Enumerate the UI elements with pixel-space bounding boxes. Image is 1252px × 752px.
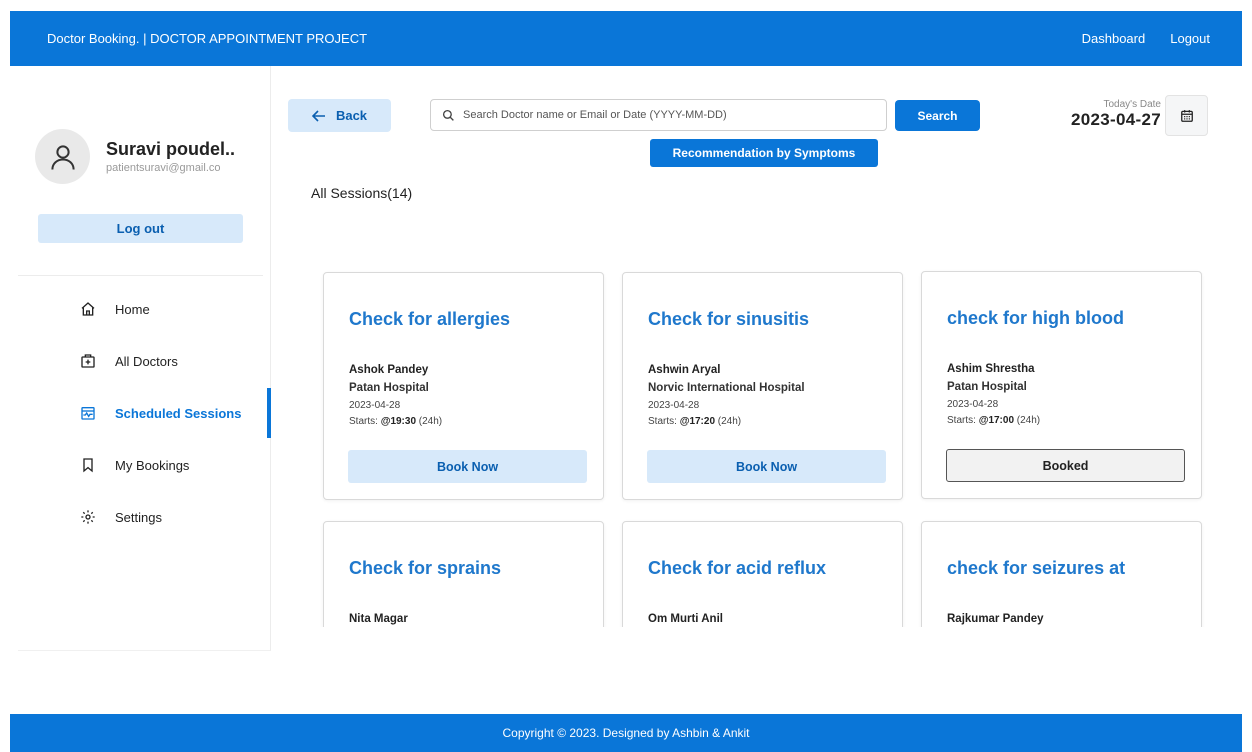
booked-button[interactable]: Booked	[946, 449, 1185, 482]
session-doctor: Nita Magar	[349, 613, 408, 625]
session-doctor: Ashok Pandey	[349, 364, 429, 376]
session-time: Starts: @17:20 (24h)	[648, 416, 742, 427]
footer: Copyright © 2023. Designed by Ashbin & A…	[10, 714, 1242, 752]
gear-icon	[80, 509, 96, 525]
user-icon	[50, 144, 75, 170]
session-doctor: Rajkumar Pandey	[947, 613, 1044, 625]
profile-info: Suravi poudel.. patientsuravi@gmail.co	[106, 139, 235, 174]
today-date-value: 2023-04-27	[1071, 110, 1161, 129]
sidebar-divider	[18, 275, 263, 276]
profile-block: Suravi poudel.. patientsuravi@gmail.co	[35, 129, 235, 184]
back-button[interactable]: Back	[288, 99, 391, 132]
arrow-left-icon	[311, 109, 325, 122]
logout-button[interactable]: Log out	[38, 214, 243, 243]
avatar	[35, 129, 90, 184]
session-title: Check for acid reflux	[648, 558, 827, 578]
session-hospital: Patan Hospital	[349, 382, 429, 394]
sidebar-item-scheduled-sessions[interactable]: Scheduled Sessions	[18, 387, 271, 439]
session-card: Check for acid reflux Om Murti Anil	[622, 521, 903, 627]
sidebar-item-label: All Doctors	[115, 353, 178, 369]
session-time: Starts: @17:00 (24h)	[947, 415, 1041, 426]
session-card: check for seizures at Rajkumar Pandey	[921, 521, 1202, 627]
search-input[interactable]	[463, 109, 863, 121]
session-title: Check for allergies	[349, 309, 511, 329]
sidebar-item-label: My Bookings	[115, 457, 190, 473]
search-button[interactable]: Search	[895, 100, 980, 131]
profile-name: Suravi poudel..	[106, 139, 236, 159]
session-card: Check for sinusitis Ashwin Aryal Norvic …	[622, 272, 903, 500]
session-title: check for seizures at	[947, 558, 1126, 578]
today-date: Today's Date 2023-04-27	[1030, 99, 1161, 130]
today-date-label: Today's Date	[1103, 99, 1162, 110]
calendar-pulse-icon	[80, 405, 96, 421]
sidebar-menu: Home All Doctors Scheduled Sessions My B…	[18, 283, 271, 543]
calendar-button[interactable]	[1165, 95, 1208, 136]
logout-link[interactable]: Logout	[1170, 31, 1210, 46]
medical-kit-icon	[80, 353, 96, 369]
session-hospital: Patan Hospital	[947, 381, 1027, 393]
brand-title: Doctor Booking. | DOCTOR APPOINTMENT PRO…	[47, 31, 368, 46]
session-doctor: Ashwin Aryal	[648, 364, 721, 376]
session-date: 2023-04-28	[349, 400, 401, 411]
sidebar-item-label: Settings	[115, 509, 162, 525]
sidebar-item-settings[interactable]: Settings	[18, 491, 271, 543]
session-date: 2023-04-28	[648, 400, 700, 411]
sidebar-item-home[interactable]: Home	[18, 283, 271, 335]
top-nav: Dashboard Logout	[1082, 31, 1210, 46]
session-time: Starts: @19:30 (24h)	[349, 416, 443, 427]
session-card: Check for allergies Ashok Pandey Patan H…	[323, 272, 604, 500]
search-box	[430, 99, 887, 131]
sidebar-item-all-doctors[interactable]: All Doctors	[18, 335, 271, 387]
session-doctor: Om Murti Anil	[648, 613, 723, 625]
bookmark-icon	[80, 457, 96, 473]
session-card: check for high blood Ashim Shrestha Pata…	[921, 271, 1202, 499]
search-icon	[442, 109, 454, 121]
back-label: Back	[335, 108, 368, 123]
session-doctor: Ashim Shrestha	[947, 363, 1035, 375]
book-now-button[interactable]: Book Now	[647, 450, 886, 483]
dashboard-link[interactable]: Dashboard	[1082, 31, 1146, 46]
session-title: Check for sinusitis	[648, 309, 810, 329]
book-now-button[interactable]: Book Now	[348, 450, 587, 483]
recommendation-button[interactable]: Recommendation by Symptoms	[650, 139, 878, 167]
sessions-title: All Sessions(14)	[311, 185, 413, 201]
session-date: 2023-04-28	[947, 399, 999, 410]
profile-email: patientsuravi@gmail.co	[106, 162, 221, 174]
session-title: check for high blood	[947, 308, 1125, 328]
sidebar: Suravi poudel.. patientsuravi@gmail.co L…	[18, 66, 271, 651]
calendar-icon	[1180, 109, 1193, 122]
footer-copyright: Copyright © 2023. Designed by Ashbin & A…	[502, 726, 750, 740]
session-card: Check for sprains Nita Magar	[323, 521, 604, 627]
session-title: Check for sprains	[349, 558, 502, 578]
sidebar-item-label: Scheduled Sessions	[115, 405, 242, 421]
sidebar-item-my-bookings[interactable]: My Bookings	[18, 439, 271, 491]
sidebar-item-label: Home	[115, 301, 150, 317]
top-navbar: Doctor Booking. | DOCTOR APPOINTMENT PRO…	[10, 11, 1242, 66]
sessions-grid: Check for allergies Ashok Pandey Patan H…	[310, 260, 1220, 627]
home-icon	[80, 301, 96, 317]
session-hospital: Norvic International Hospital	[648, 382, 805, 394]
